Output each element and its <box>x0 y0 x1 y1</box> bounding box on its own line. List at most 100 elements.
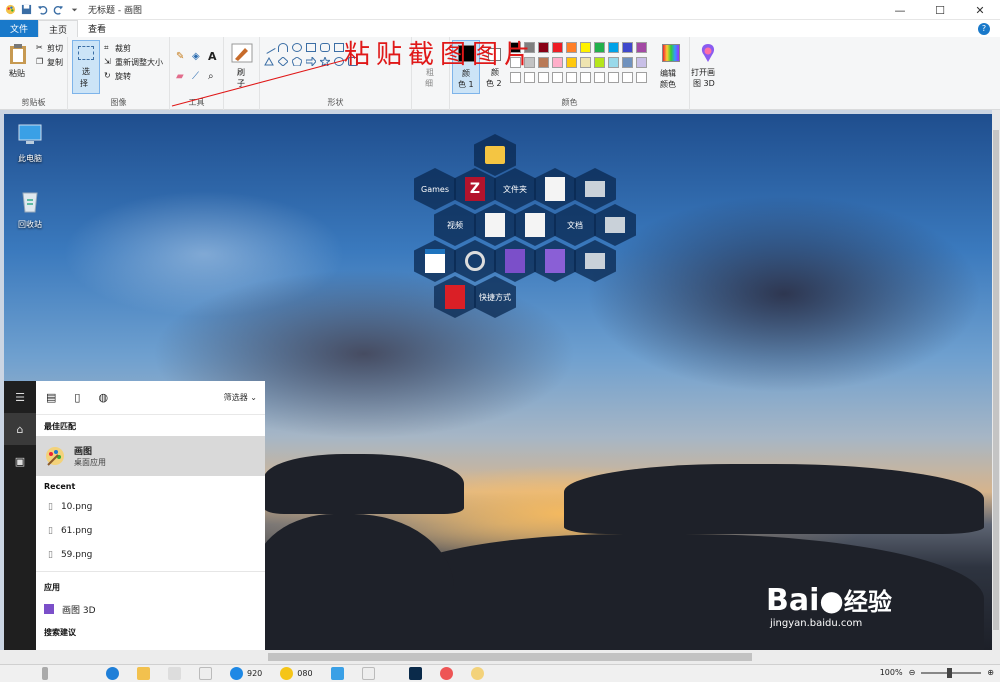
hex-video[interactable]: 视频 <box>434 204 476 246</box>
home-icon[interactable]: ⌂ <box>4 413 36 445</box>
palette-swatch-empty[interactable] <box>622 72 633 83</box>
edit-colors-button[interactable]: 编辑 颜色 <box>656 40 686 94</box>
filter-dropdown[interactable]: 筛选器 ⌄ <box>224 392 257 403</box>
text-tool-icon[interactable]: A <box>208 50 217 63</box>
line-shape-icon[interactable] <box>262 41 276 54</box>
scroll-thumb[interactable] <box>268 653 752 661</box>
maximize-button[interactable]: ☐ <box>920 0 960 20</box>
triangle-shape-icon[interactable] <box>264 56 274 66</box>
documents-filter-icon[interactable]: ▯ <box>74 391 80 404</box>
palette-swatch-empty[interactable] <box>510 72 521 83</box>
palette-swatch[interactable] <box>594 57 605 68</box>
palette-swatch[interactable] <box>552 57 563 68</box>
resize-button[interactable]: 重新调整大小 <box>115 57 163 68</box>
cut-button[interactable]: 剪切 <box>47 43 63 54</box>
hex-ring-tile[interactable] <box>454 240 496 282</box>
palette-swatch-empty[interactable] <box>580 72 591 83</box>
hex-clapper-tile[interactable] <box>414 240 456 282</box>
hamburger-icon[interactable]: ☰ <box>4 381 36 413</box>
mail-icon[interactable] <box>199 666 212 680</box>
scroll-thumb[interactable] <box>993 130 999 630</box>
palette-swatch-empty[interactable] <box>552 72 563 83</box>
save-icon[interactable] <box>21 4 32 15</box>
browser-icon[interactable] <box>280 666 294 680</box>
minimize-button[interactable]: — <box>880 0 920 20</box>
zoom-in-icon[interactable]: ⊕ <box>987 668 994 677</box>
document-app-icon[interactable] <box>361 666 375 680</box>
hex-vs-tile[interactable] <box>494 240 536 282</box>
store-icon[interactable] <box>168 666 181 680</box>
rotate-icon[interactable]: ↻ <box>104 71 111 80</box>
hex-doc-tile[interactable] <box>474 204 516 246</box>
paint-taskbar-icon[interactable] <box>470 666 484 680</box>
eraser-icon[interactable]: ▰ <box>176 71 184 82</box>
rectangle-shape-icon[interactable] <box>306 43 316 52</box>
paint3d-group[interactable]: 打开画 图 3D <box>690 37 726 110</box>
palette-swatch[interactable] <box>566 57 577 68</box>
diamond-shape-icon[interactable] <box>277 56 289 67</box>
desktop-icon-this-pc[interactable]: 此电脑 <box>4 122 56 164</box>
palette-swatch[interactable] <box>594 42 605 53</box>
hex-app-tile[interactable]: Z <box>454 168 496 210</box>
palette-swatch-empty[interactable] <box>594 72 605 83</box>
close-button[interactable]: ✕ <box>960 0 1000 20</box>
rotate-button[interactable]: 旋转 <box>115 71 131 82</box>
rounded-rectangle-shape-icon[interactable] <box>320 43 330 52</box>
paste-icon[interactable] <box>8 43 28 65</box>
resize-icon[interactable]: ⇲ <box>104 57 111 66</box>
hex-settings-tile[interactable] <box>574 240 616 282</box>
web-filter-icon[interactable]: ◍ <box>98 391 108 404</box>
app-item[interactable]: 画图 3D <box>36 597 265 621</box>
notebook-icon[interactable]: ▣ <box>4 445 36 477</box>
hex-vs-tile[interactable] <box>534 240 576 282</box>
tab-file[interactable]: 文件 <box>0 20 39 37</box>
palette-swatch[interactable] <box>608 57 619 68</box>
palette-swatch[interactable] <box>622 57 633 68</box>
recent-file-item[interactable]: ▯ 10.png <box>36 495 265 519</box>
color-picker-icon[interactable]: ⟋ <box>192 71 199 82</box>
zoom-slider-knob[interactable] <box>947 667 953 678</box>
taskbar-item-label[interactable]: 920 <box>247 669 262 678</box>
mic-icon[interactable] <box>42 666 48 680</box>
star-shape-icon[interactable] <box>318 55 332 68</box>
recent-file-item[interactable]: ▯ 59.png <box>36 543 265 567</box>
palette-swatch[interactable] <box>580 42 591 53</box>
palette-swatch[interactable] <box>566 42 577 53</box>
zoom-out-icon[interactable]: ⊖ <box>909 668 916 677</box>
pencil-icon[interactable]: ✎ <box>176 51 184 62</box>
pentagon-shape-icon[interactable] <box>291 56 303 67</box>
palette-swatch-empty[interactable] <box>566 72 577 83</box>
copy-icon[interactable]: ❐ <box>36 57 43 66</box>
hex-folder-tile[interactable] <box>474 134 516 176</box>
palette-swatch[interactable] <box>636 42 647 53</box>
horizontal-scrollbar[interactable] <box>0 650 1000 664</box>
tab-view[interactable]: 查看 <box>78 20 116 37</box>
recent-file-item[interactable]: ▯ 61.png <box>36 519 265 543</box>
copy-button[interactable]: 复制 <box>47 57 63 68</box>
snipping-icon[interactable] <box>439 666 453 680</box>
scissors-icon[interactable]: ✂ <box>36 43 43 52</box>
hex-shortcuts[interactable]: 快捷方式 <box>474 276 516 318</box>
redo-icon[interactable] <box>53 4 64 15</box>
polygon-shape-icon[interactable] <box>334 43 344 52</box>
oval-shape-icon[interactable] <box>292 43 302 52</box>
explorer-icon[interactable] <box>137 666 150 680</box>
palette-swatch-empty[interactable] <box>538 72 549 83</box>
hex-documents[interactable]: 文档 <box>554 204 596 246</box>
palette-swatch[interactable] <box>636 57 647 68</box>
taskbar-item-label[interactable]: 080 <box>297 669 312 678</box>
palette-swatch[interactable] <box>622 42 633 53</box>
fill-icon[interactable]: ◈ <box>192 51 200 62</box>
help-button[interactable]: ? <box>978 20 1000 37</box>
hex-doc-tile[interactable] <box>534 168 576 210</box>
hex-adobe-tile[interactable] <box>434 276 476 318</box>
palette-swatch[interactable] <box>580 57 591 68</box>
crop-button[interactable]: 裁剪 <box>115 43 131 54</box>
vertical-scrollbar[interactable] <box>992 110 1000 650</box>
palette-swatch[interactable] <box>538 57 549 68</box>
arrow-right-shape-icon[interactable] <box>305 55 317 68</box>
photoshop-icon[interactable] <box>408 666 422 680</box>
hex-doc-tile[interactable] <box>514 204 556 246</box>
undo-icon[interactable] <box>37 4 48 15</box>
hex-settings-tile[interactable] <box>574 168 616 210</box>
